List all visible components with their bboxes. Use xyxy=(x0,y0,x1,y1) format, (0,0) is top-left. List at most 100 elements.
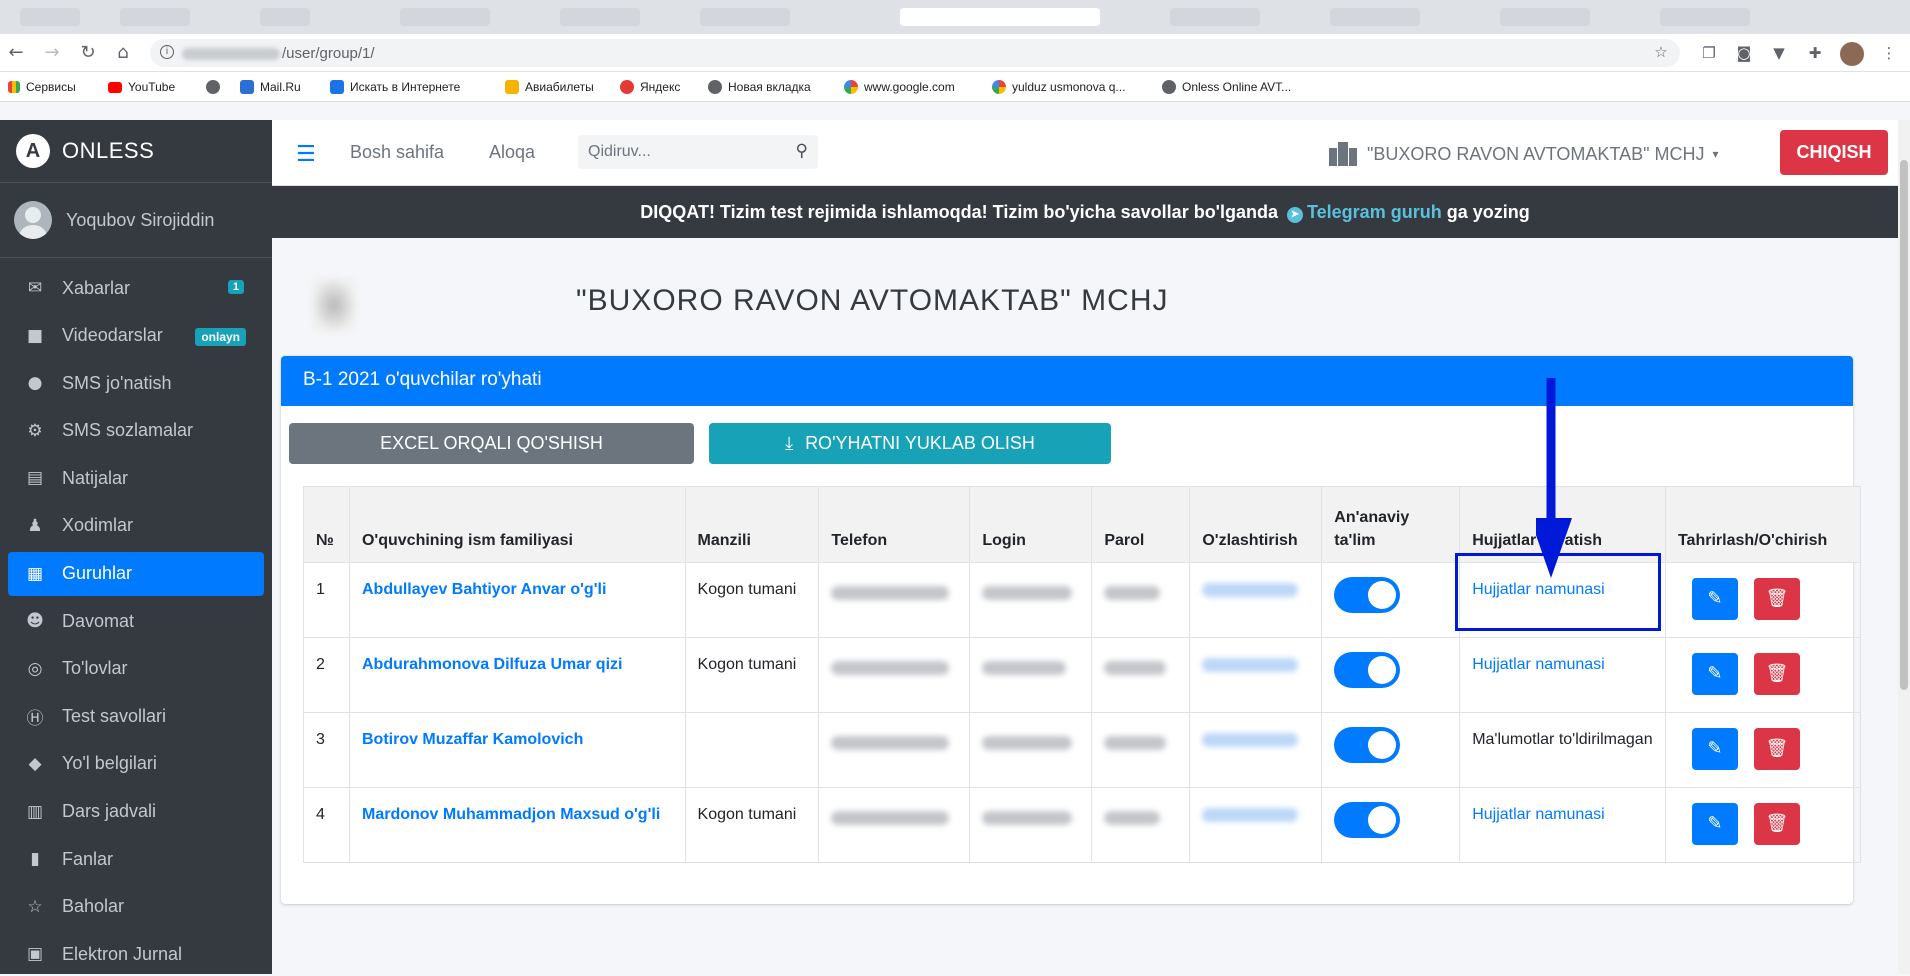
delete-button[interactable]: 🗑 xyxy=(1753,803,1800,845)
sidebar-item-videodarslar[interactable]: ■ Videodarslar onlayn xyxy=(8,314,264,358)
page-scrollbar[interactable] xyxy=(1898,120,1910,974)
sidebar-item-xabarlar[interactable]: ✉ Xabarlar 1 xyxy=(8,266,264,310)
tab-ghost[interactable] xyxy=(20,8,80,26)
bookmark-star-icon[interactable]: ☆ xyxy=(1652,43,1670,61)
edit-button[interactable]: ✎ xyxy=(1691,578,1738,620)
search-input[interactable] xyxy=(588,141,778,163)
traditional-toggle[interactable] xyxy=(1334,577,1401,613)
sidebar-item-test-savollari[interactable]: Ⓗ Test savollari xyxy=(8,694,264,738)
delete-button[interactable]: 🗑 xyxy=(1753,653,1800,695)
password-blurred xyxy=(1104,660,1167,675)
sidebar-item-elektron-jurnal[interactable]: ▣ Elektron Jurnal xyxy=(8,932,264,976)
bookmark-item[interactable] xyxy=(206,79,220,95)
bookmark-item[interactable]: Искать в Интернете xyxy=(330,79,460,95)
traditional-toggle[interactable] xyxy=(1334,727,1401,763)
org-name: "BUXORO RAVON AVTOMAKTAB" MCHJ xyxy=(1367,143,1705,164)
traditional-toggle[interactable] xyxy=(1334,802,1401,838)
nav-link-home[interactable]: Bosh sahifa xyxy=(350,142,444,163)
delete-button[interactable]: 🗑 xyxy=(1753,728,1800,770)
download-list-button[interactable]: ⤓ RO'YHATNI YUKLAB OLISH xyxy=(709,423,1111,464)
edit-button[interactable]: ✎ xyxy=(1691,803,1738,845)
documents-link[interactable]: Hujjatlar namunasi xyxy=(1472,656,1605,673)
bookmark-item[interactable]: Mail.Ru xyxy=(240,79,301,95)
delete-button[interactable]: 🗑 xyxy=(1753,578,1800,620)
traditional-toggle[interactable] xyxy=(1334,652,1401,688)
edit-button[interactable]: ✎ xyxy=(1691,728,1738,770)
tab-ghost[interactable] xyxy=(1170,8,1260,26)
sidebar-item-natijalar[interactable]: ▤ Natijalar xyxy=(8,456,264,500)
tab-ghost[interactable] xyxy=(120,8,190,26)
bookmark-item[interactable]: yulduz usmonova q... xyxy=(992,79,1125,95)
bookmark-item[interactable]: Яндекс xyxy=(620,79,680,95)
scrollbar-thumb[interactable] xyxy=(1900,160,1908,690)
user-name[interactable]: Yoqubov Sirojiddin xyxy=(66,210,214,231)
progress-link-blurred[interactable] xyxy=(1202,657,1299,672)
user-panel[interactable]: Yoqubov Sirojiddin xyxy=(0,183,272,258)
extension-icon[interactable]: ▼ xyxy=(1770,44,1788,62)
users-icon: ☻ xyxy=(26,611,44,632)
sidebar-item-sms-settings[interactable]: ⚙ SMS sozlamalar xyxy=(8,409,264,453)
documents-missing-text: Ma'lumotlar to'ldirilmagan xyxy=(1459,712,1666,788)
bookmark-item[interactable]: Сервисы xyxy=(8,79,76,95)
profile-avatar[interactable] xyxy=(1840,42,1864,66)
student-name-link[interactable]: Botirov Muzaffar Kamolovich xyxy=(362,731,583,748)
logout-button[interactable]: CHIQISH xyxy=(1780,130,1888,175)
tab-ghost[interactable] xyxy=(1660,8,1750,26)
puzzle-icon[interactable]: ✚ xyxy=(1806,44,1824,62)
brand[interactable]: A ONLESS xyxy=(0,120,272,183)
sidebar-item-yol-belgilari[interactable]: ◆ Yo'l belgilari xyxy=(8,742,264,786)
forward-icon[interactable]: → xyxy=(42,43,62,63)
sidebar-item-fanlar[interactable]: ▮ Fanlar xyxy=(8,837,264,881)
sidebar-item-baholar[interactable]: ☆ Baholar xyxy=(8,885,264,929)
bookmark-item[interactable]: Авиабилеты xyxy=(505,79,594,95)
edit-button[interactable]: ✎ xyxy=(1691,653,1738,695)
progress-link-blurred[interactable] xyxy=(1202,732,1299,747)
back-icon[interactable]: ← xyxy=(6,43,26,63)
site-info-icon[interactable]: i xyxy=(160,45,174,59)
telegram-link[interactable]: Telegram guruh xyxy=(1307,202,1442,222)
home-icon[interactable]: ⌂ xyxy=(113,43,133,63)
bookmark-item[interactable]: YouTube xyxy=(108,79,175,95)
bookmark-item[interactable]: Новая вкладка xyxy=(708,79,811,95)
login-blurred xyxy=(982,660,1067,675)
notice-text: DIQQAT! Tizim test rejimida ishlamoqda! … xyxy=(640,202,1278,222)
tab-ghost[interactable] xyxy=(400,8,490,26)
table-header: Manzili xyxy=(684,486,820,563)
tab-ghost[interactable] xyxy=(560,8,640,26)
annotation-highlight-box xyxy=(1455,553,1661,631)
org-dropdown[interactable]: "BUXORO RAVON AVTOMAKTAB" MCHJ ▾ xyxy=(1327,142,1719,166)
bookmark-item[interactable]: Onless Online AVT... xyxy=(1162,79,1291,95)
telegram-icon: ➤ xyxy=(1287,207,1303,223)
tab-ghost[interactable] xyxy=(1330,8,1420,26)
extension-icon[interactable]: ❐ xyxy=(1700,44,1718,62)
tab-ghost[interactable] xyxy=(700,8,790,26)
search-icon[interactable]: ⚲ xyxy=(796,141,808,161)
calendar-icon: ▣ xyxy=(26,944,44,965)
password-blurred xyxy=(1104,585,1161,600)
bookmark-item[interactable]: www.google.com xyxy=(844,79,955,95)
camera-icon[interactable]: ◙ xyxy=(1735,44,1753,62)
tab-ghost[interactable] xyxy=(1500,8,1590,26)
documents-link[interactable]: Hujjatlar namunasi xyxy=(1472,806,1605,823)
table-header: O'quvchining ism familiyasi xyxy=(348,486,686,563)
tab-ghost[interactable] xyxy=(260,8,310,26)
student-name-link[interactable]: Abdullayev Bahtiyor Anvar o'g'li xyxy=(362,581,606,598)
excel-import-button[interactable]: EXCEL ORQALI QO'SHISH xyxy=(289,423,694,464)
sidebar-item-davomat[interactable]: ☻ Davomat xyxy=(8,599,264,643)
sidebar-item-guruhlar[interactable]: ▦ Guruhlar xyxy=(8,551,264,596)
sidebar-item-dars-jadvali[interactable]: ▥ Dars jadvali xyxy=(8,790,264,834)
progress-link-blurred[interactable] xyxy=(1202,807,1299,822)
progress-link-blurred[interactable] xyxy=(1202,582,1299,597)
page-title: "BUXORO RAVON AVTOMAKTAB" MCHJ xyxy=(576,284,1169,317)
nav-link-contact[interactable]: Aloqa xyxy=(489,142,535,163)
omnibox[interactable]: i /user/group/1/ ☆ xyxy=(150,39,1680,67)
sidebar-item-sms-send[interactable]: ● SMS jo'natish xyxy=(8,361,264,405)
sidebar-item-tolovlar[interactable]: ◎ To'lovlar xyxy=(8,647,264,691)
student-name-link[interactable]: Mardonov Muhammadjon Maxsud o'g'li xyxy=(362,806,660,823)
reload-icon[interactable]: ↻ xyxy=(78,43,98,63)
hamburger-menu-icon[interactable]: ☰ xyxy=(296,142,316,167)
sidebar-item-xodimlar[interactable]: ♟ Xodimlar xyxy=(8,504,264,548)
tab-active[interactable] xyxy=(900,8,1100,26)
menu-dots-icon[interactable]: ⋮ xyxy=(1880,44,1898,62)
student-name-link[interactable]: Abdurahmonova Dilfuza Umar qizi xyxy=(362,656,622,673)
